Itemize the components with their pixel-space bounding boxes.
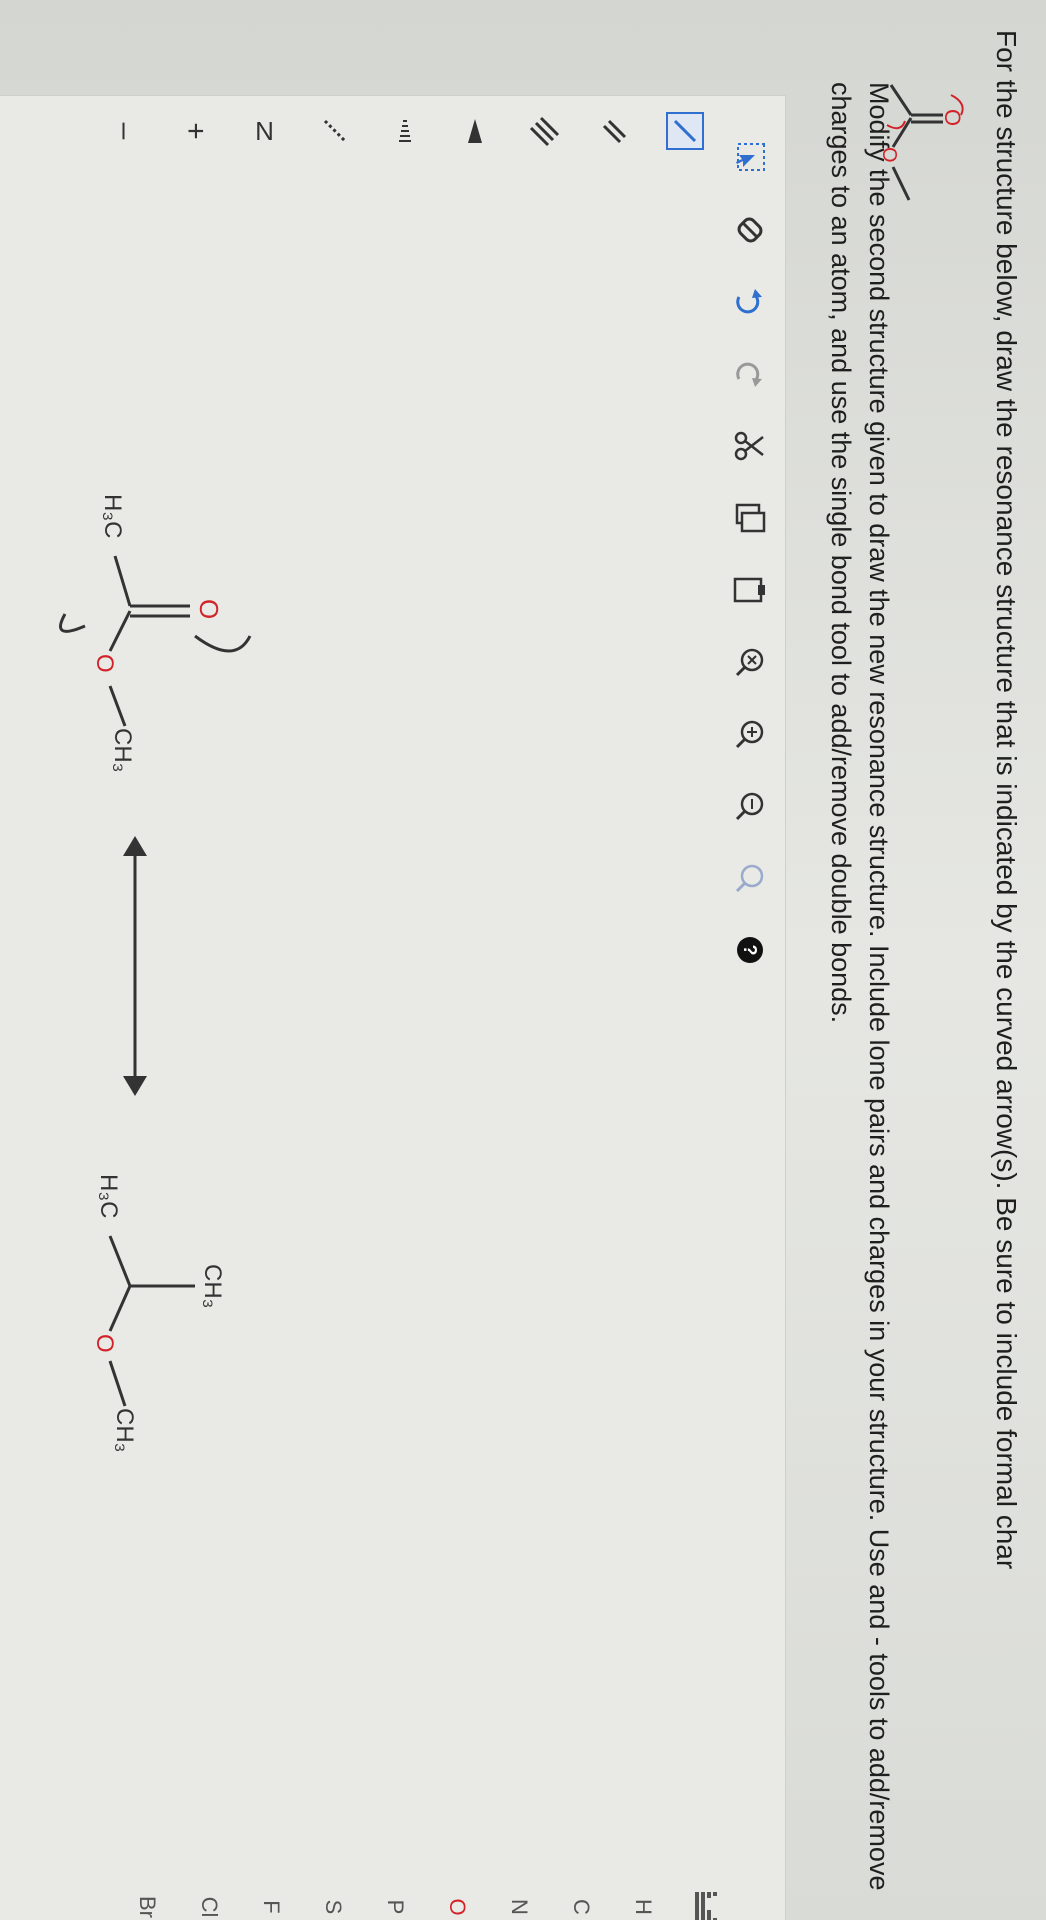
minus-charge-tool[interactable]: – xyxy=(95,96,155,166)
drawing-workspace[interactable]: ? N + – H₃C O O CH₃ H₃C CH₃ O CH₃ H C N … xyxy=(0,95,786,1920)
structure1-h3c: H₃C xyxy=(99,494,126,538)
element-h[interactable]: H xyxy=(623,1862,663,1920)
hash-bond-tool[interactable] xyxy=(375,96,435,166)
structure2-ch3: CH₃ xyxy=(111,1408,138,1452)
question-text-line1: For the structure below, draw the resona… xyxy=(991,30,1022,1570)
zoom-in-icon[interactable] xyxy=(722,702,778,766)
redo-icon[interactable] xyxy=(722,342,778,406)
zoom-reset-icon[interactable] xyxy=(722,630,778,694)
paste-icon[interactable] xyxy=(722,558,778,622)
select-icon[interactable] xyxy=(722,126,778,190)
structure-2[interactable]: H₃C CH₃ O CH₃ xyxy=(91,1174,226,1452)
minus-charge-label: – xyxy=(109,122,142,140)
molecule-canvas[interactable]: H₃C O O CH₃ H₃C CH₃ O CH₃ xyxy=(0,166,715,1806)
zoom-out-icon[interactable] xyxy=(722,774,778,838)
periodic-panel: H C N O P S F Cl Br xyxy=(0,1862,725,1920)
double-bond-tool[interactable] xyxy=(585,96,645,166)
dashed-bond-tool[interactable] xyxy=(305,96,365,166)
copy-icon[interactable] xyxy=(722,486,778,550)
undo-icon[interactable] xyxy=(722,270,778,334)
element-f[interactable]: F xyxy=(251,1862,291,1920)
example-carbonyl-o: O xyxy=(940,109,965,126)
toolbar: ? xyxy=(715,96,785,1920)
bond-tools: N + – xyxy=(15,96,715,166)
chain-tool-label: N xyxy=(255,115,275,146)
element-br[interactable]: Br xyxy=(127,1862,167,1920)
instructions: Modify the second structure given to dra… xyxy=(826,82,894,1891)
help-icon[interactable]: ? xyxy=(722,918,778,982)
periodic-table-icon[interactable] xyxy=(685,1862,725,1920)
single-bond-tool[interactable] xyxy=(655,96,715,166)
structure-1[interactable]: H₃C O O CH₃ xyxy=(59,494,252,772)
element-cl[interactable]: Cl xyxy=(189,1862,229,1920)
svg-text:?: ? xyxy=(740,945,760,956)
eraser-icon[interactable] xyxy=(722,198,778,262)
structure1-o-top: O xyxy=(194,599,224,619)
structure1-ch3: CH₃ xyxy=(109,728,136,772)
plus-charge-tool[interactable]: + xyxy=(165,96,225,166)
structure2-o-ester: O xyxy=(91,1334,118,1353)
element-o[interactable]: O xyxy=(437,1862,477,1920)
wedge-bond-tool[interactable] xyxy=(445,96,505,166)
structure-icon[interactable] xyxy=(722,846,778,910)
cut-icon[interactable] xyxy=(722,414,778,478)
triple-bond-tool[interactable] xyxy=(515,96,575,166)
element-n[interactable]: N xyxy=(499,1862,539,1920)
structure2-h3c: H₃C xyxy=(95,1174,122,1218)
structure1-o-ester: O xyxy=(91,654,118,673)
element-c[interactable]: C xyxy=(561,1862,601,1920)
structure2-ch3-top: CH₃ xyxy=(199,1264,226,1308)
plus-charge-label: + xyxy=(179,122,212,140)
chain-tool[interactable]: N xyxy=(235,96,295,166)
resonance-arrow xyxy=(123,836,147,1096)
element-p[interactable]: P xyxy=(375,1862,415,1920)
element-s[interactable]: S xyxy=(313,1862,353,1920)
